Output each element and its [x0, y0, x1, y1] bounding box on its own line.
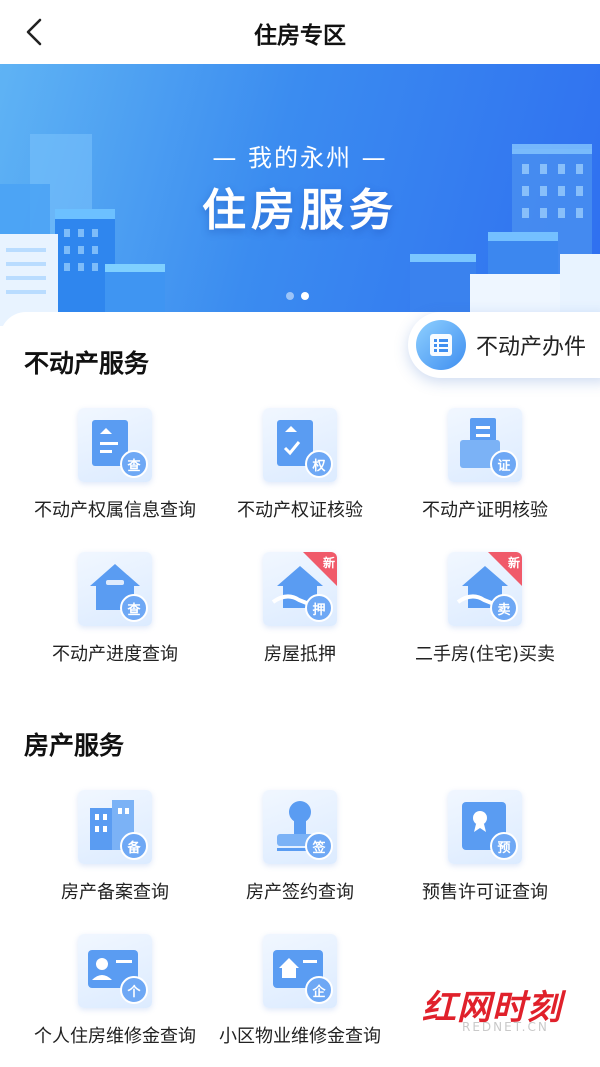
house-progress-icon: 查 — [78, 552, 152, 626]
section-title-real-estate: 不动产服务 — [24, 349, 150, 378]
tile-label: 小区物业维修金查询 — [219, 1026, 381, 1047]
tile-label: 不动产权证核验 — [237, 500, 363, 521]
personal-fund-icon: 个 — [78, 934, 152, 1008]
service-presale-license[interactable]: 预 预售许可证查询 — [390, 790, 580, 910]
tile-badge: 签 — [305, 832, 333, 860]
service-house-mortgage[interactable]: 押 新 房屋抵押 — [205, 552, 395, 672]
house-sale-icon: 卖 新 — [448, 552, 522, 626]
tile-label: 房产备案查询 — [61, 882, 169, 903]
service-certificate-verify[interactable]: 权 不动产权证核验 — [205, 408, 395, 528]
tile-badge: 预 — [490, 832, 518, 860]
presale-license-icon: 预 — [448, 790, 522, 864]
banner-carousel[interactable]: — 我的永州 — 住房服务 — [0, 64, 600, 326]
property-affairs-button[interactable]: 不动产办件 — [408, 312, 600, 378]
tile-badge: 查 — [120, 594, 148, 622]
watermark-sub: REDNET.CN — [462, 1020, 549, 1034]
carousel-dot-active[interactable] — [301, 292, 309, 300]
building-record-icon: 备 — [78, 790, 152, 864]
section-title-housing: 房产服务 — [24, 731, 125, 760]
community-fund-icon: 企 — [263, 934, 337, 1008]
tile-label: 不动产进度查询 — [52, 644, 178, 665]
nav-bar: 住房专区 — [0, 0, 600, 64]
tile-badge: 企 — [305, 976, 333, 1004]
property-affairs-label: 不动产办件 — [476, 335, 587, 360]
list-icon — [416, 320, 466, 370]
tile-label: 不动产证明核验 — [422, 500, 548, 521]
service-community-fund[interactable]: 企 小区物业维修金查询 — [205, 934, 395, 1054]
service-ownership-query[interactable]: 查 不动产权属信息查询 — [20, 408, 210, 528]
property-doc-icon: 查 — [78, 408, 152, 482]
tile-badge: 押 — [305, 594, 333, 622]
tile-badge: 查 — [120, 450, 148, 478]
page-title: 住房专区 — [254, 23, 346, 49]
carousel-dot[interactable] — [286, 292, 294, 300]
tile-badge: 权 — [305, 450, 333, 478]
tile-label: 不动产权属信息查询 — [34, 500, 196, 521]
tile-label: 房屋抵押 — [264, 644, 336, 665]
tile-label: 个人住房维修金查询 — [34, 1026, 196, 1047]
service-proof-verify[interactable]: 证 不动产证明核验 — [390, 408, 580, 528]
new-tag: 新 — [303, 552, 337, 586]
tile-label: 预售许可证查询 — [422, 882, 548, 903]
tile-badge: 卖 — [490, 594, 518, 622]
watermark-logo: 红网时刻 REDNET.CN — [422, 980, 592, 1042]
tile-label: 房产签约查询 — [246, 882, 354, 903]
certificate-check-icon: 权 — [263, 408, 337, 482]
service-personal-fund[interactable]: 个 个人住房维修金查询 — [20, 934, 210, 1054]
new-tag: 新 — [488, 552, 522, 586]
service-second-hand-sale[interactable]: 卖 新 二手房(住宅)买卖 — [390, 552, 580, 672]
tile-label: 二手房(住宅)买卖 — [414, 644, 556, 665]
carousel-indicator — [286, 292, 309, 300]
certificate-proof-icon: 证 — [448, 408, 522, 482]
contract-stamp-icon: 签 — [263, 790, 337, 864]
banner-subtitle: — 我的永州 — — [212, 144, 388, 172]
tile-badge: 个 — [120, 976, 148, 1004]
service-record-query[interactable]: 备 房产备案查询 — [20, 790, 210, 910]
banner-title: 住房服务 — [202, 185, 398, 236]
service-progress-query[interactable]: 查 不动产进度查询 — [20, 552, 210, 672]
tile-badge: 证 — [490, 450, 518, 478]
service-contract-query[interactable]: 签 房产签约查询 — [205, 790, 395, 910]
house-mortgage-icon: 押 新 — [263, 552, 337, 626]
tile-badge: 备 — [120, 832, 148, 860]
